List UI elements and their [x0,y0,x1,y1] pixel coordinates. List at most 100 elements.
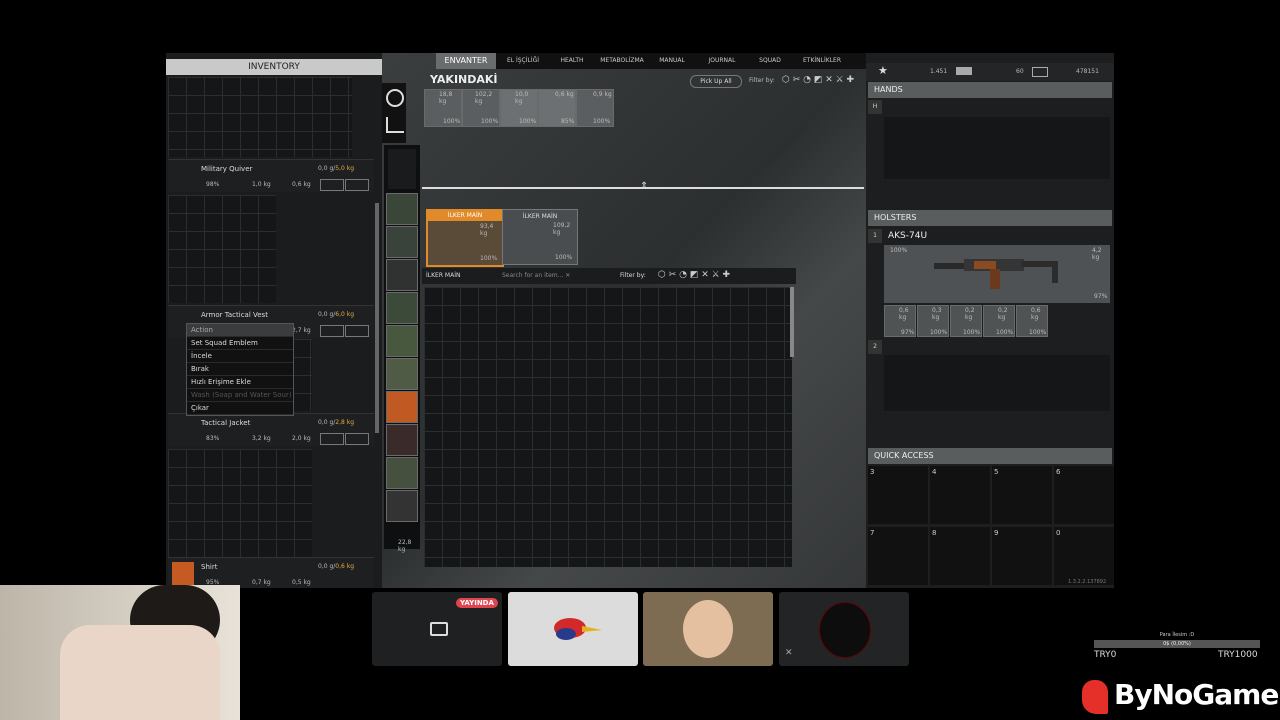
filter-icons[interactable]: ⬡ ✂ ◔ ◩ ✕ ⚔ ✚ [782,75,862,87]
vest-grid[interactable] [292,339,312,411]
jacket-grid[interactable] [168,449,312,557]
nearby-slot[interactable]: 10,0 kg 100% [500,89,538,127]
container-weight: 109,2 kg [553,222,571,236]
inventory-grid[interactable] [168,77,352,157]
skull-avatar [819,602,871,658]
quick-slot[interactable]: 8 [930,527,990,585]
tab-journal[interactable]: JOURNAL [696,53,748,69]
pickup-all-button[interactable]: Pick Up All [690,75,742,88]
inventory-scrollbar[interactable] [375,203,379,433]
nearby-slot[interactable]: 18,8 kg 100% [424,89,462,127]
tab-crafting[interactable]: EL İŞÇİLİĞİ [498,53,548,69]
container[interactable]: İLKER MAİN 109,2 kg 100% [502,209,578,265]
item-weight: 0,7 kg [252,579,271,586]
menu-item-inspect[interactable]: İncele [187,350,293,363]
equip-slot[interactable] [386,259,418,291]
inventory-item-jacket[interactable]: Tactical Jacket 0,0 g/2,8 kg 83% 3,2 kg … [168,413,374,446]
inventory-item-shirt[interactable]: Shirt 0,0 g/0,6 kg 95% 0,7 kg 0,5 kg [168,557,374,588]
equip-slot[interactable] [386,325,418,357]
menu-item-drop[interactable]: Bırak [187,363,293,376]
item-name: Military Quiver [201,165,253,173]
nearby-title: YAKINDAKİ [430,73,498,86]
sort-button[interactable] [320,179,344,191]
webcam-body [60,625,220,720]
holster-slot-2[interactable] [884,355,1110,411]
attachment-slot[interactable]: 0,2 kg 100% [983,305,1015,337]
attachment-slot[interactable]: 0,6 kg 100% [1016,305,1048,337]
weapon-durability: 97% [1094,293,1108,300]
equip-slot[interactable] [386,424,418,456]
participant-tile[interactable] [643,592,773,666]
donation-goal: Para İlesim :D 0$ (0,00%) TRY0 TRY1000 [1094,632,1260,662]
screen-share-icon [430,622,448,636]
settings-button[interactable] [345,179,369,191]
container-selected[interactable]: İLKER MAİN 93,4 kg 100% [426,209,504,267]
character-icon[interactable] [388,149,416,189]
quick-slot[interactable]: 7 [868,527,928,585]
participant-tile[interactable] [508,592,638,666]
equip-slot[interactable] [386,490,418,522]
inventory-item-quiver[interactable]: Military Quiver 0,0 g/5,0 kg 98% 1,0 kg … [168,159,374,192]
quick-slot[interactable]: 0 [1054,527,1114,585]
hands-slot[interactable] [884,117,1110,179]
quick-slot[interactable]: 4 [930,466,990,524]
resize-handle-icon[interactable]: ⇕ [640,181,648,192]
equip-slot[interactable] [386,457,418,489]
participant-tile[interactable]: YAYINDA [372,592,502,666]
total-weight: 22,8 kg [398,539,412,553]
holster-slot-number: 2 [868,340,882,354]
container-label: İLKER MAİN [428,211,502,221]
tab-health[interactable]: HEALTH [550,53,594,69]
weapon-slot[interactable]: 100% 4,2 kg 97% [884,245,1110,303]
container-label: İLKER MAİN [522,213,558,220]
attachment-slot[interactable]: 0,3 kg 100% [917,305,949,337]
container-filter-icons[interactable]: ⬡ ✂ ◔ ◩ ✕ ⚔ ✚ [658,270,730,280]
settings-button[interactable] [345,325,369,337]
tab-metabolism[interactable]: METABOLİZMA [596,53,648,69]
quiver-grid[interactable] [168,195,276,303]
participant-tile[interactable]: ✕ [779,592,909,666]
item-condition: 98% [206,181,220,188]
quick-slot[interactable]: 9 [992,527,1052,585]
container-grid[interactable] [424,287,792,567]
quick-slot[interactable]: 6 [1054,466,1114,524]
sort-button[interactable] [320,433,344,445]
settings-button[interactable] [345,433,369,445]
item-name: Armor Tactical Vest [201,311,268,319]
attachment-slot[interactable]: 0,2 kg 100% [950,305,982,337]
equip-slot[interactable] [386,292,418,324]
item-condition: 83% [206,435,220,442]
menu-item-remove[interactable]: Çıkar [187,402,293,415]
sort-button[interactable] [320,325,344,337]
weapon-condition: 100% [890,247,908,254]
search-input[interactable]: Search for an item... ✕ [502,272,570,279]
equip-slot[interactable] [386,358,418,390]
equip-slot[interactable] [386,391,418,423]
context-menu-header: Action [187,324,293,337]
nearby-slot[interactable]: 0,9 kg 100% [576,89,614,127]
menu-item-quick-access[interactable]: Hızlı Erişime Ekle [187,376,293,389]
info-icon[interactable] [386,89,404,107]
tab-manual[interactable]: MANUAL [650,53,694,69]
quick-access-header: QUICK ACCESS [868,448,1112,464]
goal-label: Para İlesim :D [1159,632,1195,638]
container-scrollbar[interactable] [790,287,794,357]
tab-events[interactable]: ETKİNLİKLER [792,53,852,69]
money-icon [956,67,972,75]
menu-item-squad-emblem[interactable]: Set Squad Emblem [187,337,293,350]
equipment-panel: ★ 1.451 60 478151 HANDS H HOLSTERS 1 AKS… [866,53,1114,588]
quick-slot[interactable]: 5 [992,466,1052,524]
equip-slot[interactable] [386,226,418,258]
tab-squad[interactable]: SQUAD [750,53,790,69]
tab-envanter[interactable]: ENVANTER [436,53,496,69]
nearby-slot[interactable]: 102,2 kg 100% [462,89,500,127]
item-name: Shirt [201,563,218,571]
attachment-slot[interactable]: 0,6 kg 97% [884,305,916,337]
sort-icon[interactable] [386,117,404,133]
equip-slot[interactable] [386,193,418,225]
shirt-icon [172,562,194,586]
nearby-slot[interactable]: 0,6 kg 85% [538,89,576,127]
woodpecker-avatar [554,618,602,640]
item-weight2: 0,6 kg [292,181,311,188]
quick-slot[interactable]: 3 [868,466,928,524]
